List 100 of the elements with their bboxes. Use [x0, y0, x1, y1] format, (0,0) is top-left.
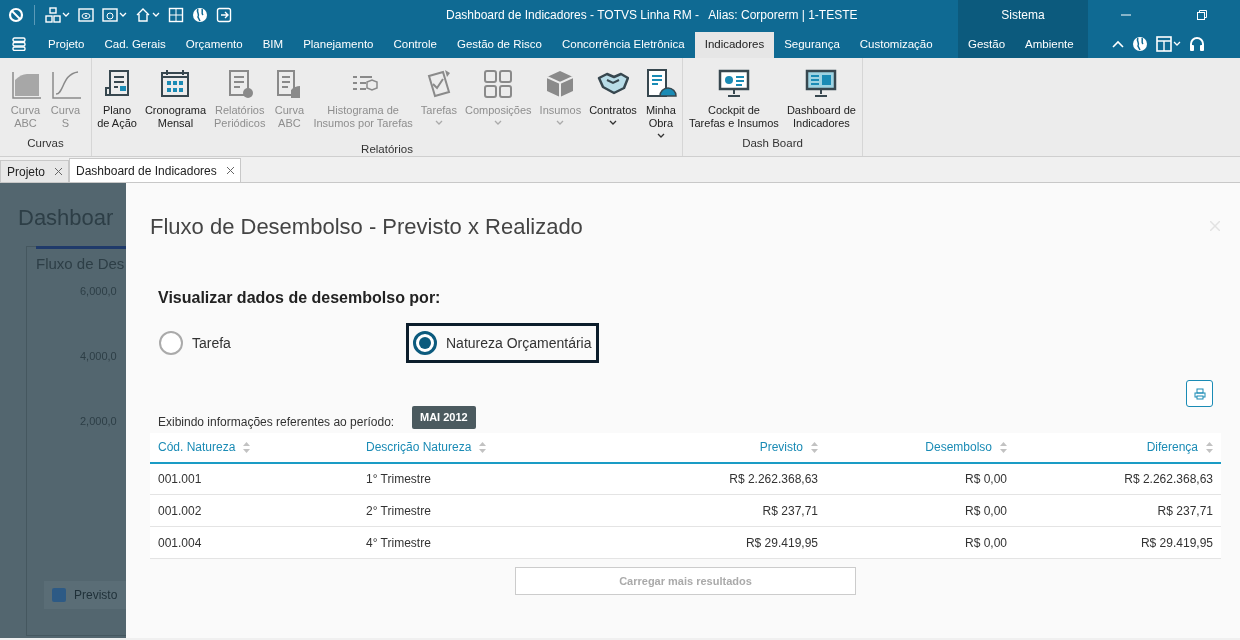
toolbar-button[interactable]	[1156, 35, 1181, 52]
modal-title: Fluxo de Desembolso - Previsto x Realizado	[150, 214, 583, 239]
menu-tab[interactable]: Indicadores	[694, 32, 775, 58]
tab-label: Dashboard de Indicadores	[76, 162, 217, 180]
column-header[interactable]: Previsto	[558, 432, 826, 463]
table-cell: R$ 0,00	[826, 462, 1015, 495]
menu-tab[interactable]: Customização	[849, 32, 943, 58]
period-label: Exibindo informações referentes ao período:	[158, 413, 396, 431]
legend-label: Previsto	[74, 586, 118, 604]
menu-icon	[12, 36, 26, 51]
exit-icon	[216, 6, 232, 23]
radio-option[interactable]: Natureza Orçamentária	[406, 323, 599, 363]
toolbar-button[interactable]	[1132, 35, 1148, 52]
sort-icon	[1206, 441, 1213, 453]
question-label: Visualizar dados de desembolso por:	[158, 288, 442, 308]
quick-access-button[interactable]	[78, 6, 94, 23]
ribbon-button[interactable]: Contratos	[587, 66, 639, 141]
document-tab[interactable]: Dashboard de Indicadores	[69, 158, 241, 182]
ribbon-button[interactable]: Plano de Ação	[95, 66, 139, 141]
quick-access-button[interactable]	[135, 6, 160, 23]
column-header[interactable]: Descrição Natureza	[358, 432, 558, 463]
menu-tab[interactable]: Orçamento	[175, 32, 253, 58]
group-label: Dash Board	[742, 135, 803, 151]
menu-tab[interactable]: Segurança	[774, 32, 850, 58]
caret-icon	[62, 11, 70, 18]
headset-icon	[1189, 35, 1205, 52]
quick-access-button[interactable]	[216, 6, 232, 23]
menu-tab[interactable]: Projeto	[38, 32, 95, 58]
table-cell: R$ 2.262.368,63	[1015, 462, 1221, 495]
table-cell: 1° Trimestre	[358, 462, 558, 495]
group-label: Curvas	[27, 135, 64, 151]
eye-window-icon	[78, 6, 94, 23]
calendar-icon	[159, 68, 192, 100]
radio-option[interactable]: Tarefa	[152, 323, 406, 363]
restore-icon	[1197, 9, 1207, 20]
layout-icon	[1156, 35, 1172, 52]
ribbon-button[interactable]: Cronograma Mensal	[142, 66, 209, 141]
section-title: Sistema	[1001, 6, 1045, 24]
menu-tab[interactable]: Ambiente	[1015, 32, 1084, 58]
menu-tab[interactable]: Cad. Gerais	[94, 32, 176, 58]
table-cell: R$ 237,71	[558, 494, 826, 527]
collapse-icon	[1112, 39, 1124, 48]
sort-icon	[479, 441, 487, 453]
table-cell: R$ 0,00	[826, 526, 1015, 559]
caret-icon	[152, 11, 160, 18]
menu-tab[interactable]: Planejamento	[293, 32, 384, 58]
table-cell: 4° Trimestre	[358, 526, 558, 559]
home-icon	[135, 6, 151, 23]
table-cell: 001.002	[150, 494, 358, 527]
document-tab[interactable]: Projeto	[0, 160, 70, 182]
column-header[interactable]: Desembolso	[826, 432, 1015, 463]
toolbar-button[interactable]	[1112, 39, 1124, 48]
table-cell: R$ 29.419,95	[1015, 526, 1221, 559]
monitor-pie-icon	[717, 68, 750, 100]
column-header[interactable]: Cód. Natureza	[150, 432, 358, 463]
refresh-window-icon	[102, 6, 118, 23]
close-icon[interactable]	[55, 168, 63, 175]
caret-icon	[119, 11, 127, 18]
globe-icon	[192, 6, 208, 23]
period-badge: MAI 2012	[412, 406, 476, 429]
sort-icon	[811, 441, 818, 453]
sort-icon	[243, 441, 251, 453]
menu-tab[interactable]: Gestão	[958, 32, 1016, 58]
menu-tab[interactable]: Gestão de Risco	[446, 32, 552, 58]
quick-access-button[interactable]	[168, 6, 184, 23]
close-icon	[1210, 220, 1220, 231]
ribbon-button[interactable]: Cockpit de Tarefas e Insumos	[687, 66, 781, 135]
group-label: Relatórios	[361, 142, 413, 157]
hierarchy-icon	[45, 6, 61, 23]
table-cell: R$ 237,71	[1015, 494, 1221, 527]
table-cell: R$ 2.262.368,63	[558, 462, 826, 495]
menu-tab[interactable]: BIM	[252, 32, 294, 58]
window-title: Dashboard de Indicadores - TOTVS Linha RM - Alias: Corporerm | 1-TESTE	[445, 6, 859, 24]
print-button[interactable]	[1186, 380, 1213, 407]
monitor-chart-icon	[805, 68, 838, 100]
quick-access-button[interactable]	[8, 6, 24, 23]
grid-icon	[482, 68, 515, 100]
table-cell: 001.001	[150, 462, 358, 495]
tab-label: Projeto	[7, 163, 46, 181]
quick-access-button[interactable]	[192, 6, 208, 23]
menu-tab[interactable]: Concorrência Eletrônica	[551, 32, 695, 58]
ribbon-button[interactable]: Dashboard de Indicadores	[784, 66, 858, 135]
quick-access-button[interactable]	[45, 6, 70, 23]
column-header[interactable]: Diferença	[1015, 432, 1221, 463]
caret-icon	[1173, 40, 1181, 47]
globe-icon	[1132, 35, 1148, 52]
grid-icon	[168, 6, 184, 23]
table-cell: 001.004	[150, 526, 358, 559]
ribbon-button[interactable]: Minha Obra	[642, 66, 679, 141]
legend-swatch	[52, 587, 66, 602]
toolbar-button[interactable]	[1189, 35, 1205, 52]
hard-hat-document-icon	[644, 68, 677, 100]
menu-tab[interactable]: Controle	[383, 32, 447, 58]
table-cell: 2° Trimestre	[358, 494, 558, 527]
no-sync-icon	[8, 6, 24, 23]
close-icon[interactable]	[226, 167, 234, 174]
quick-access-button[interactable]	[102, 6, 127, 23]
printer-icon	[1193, 387, 1206, 400]
table-cell: R$ 29.419,95	[558, 526, 826, 559]
s-curve-icon	[49, 68, 82, 100]
